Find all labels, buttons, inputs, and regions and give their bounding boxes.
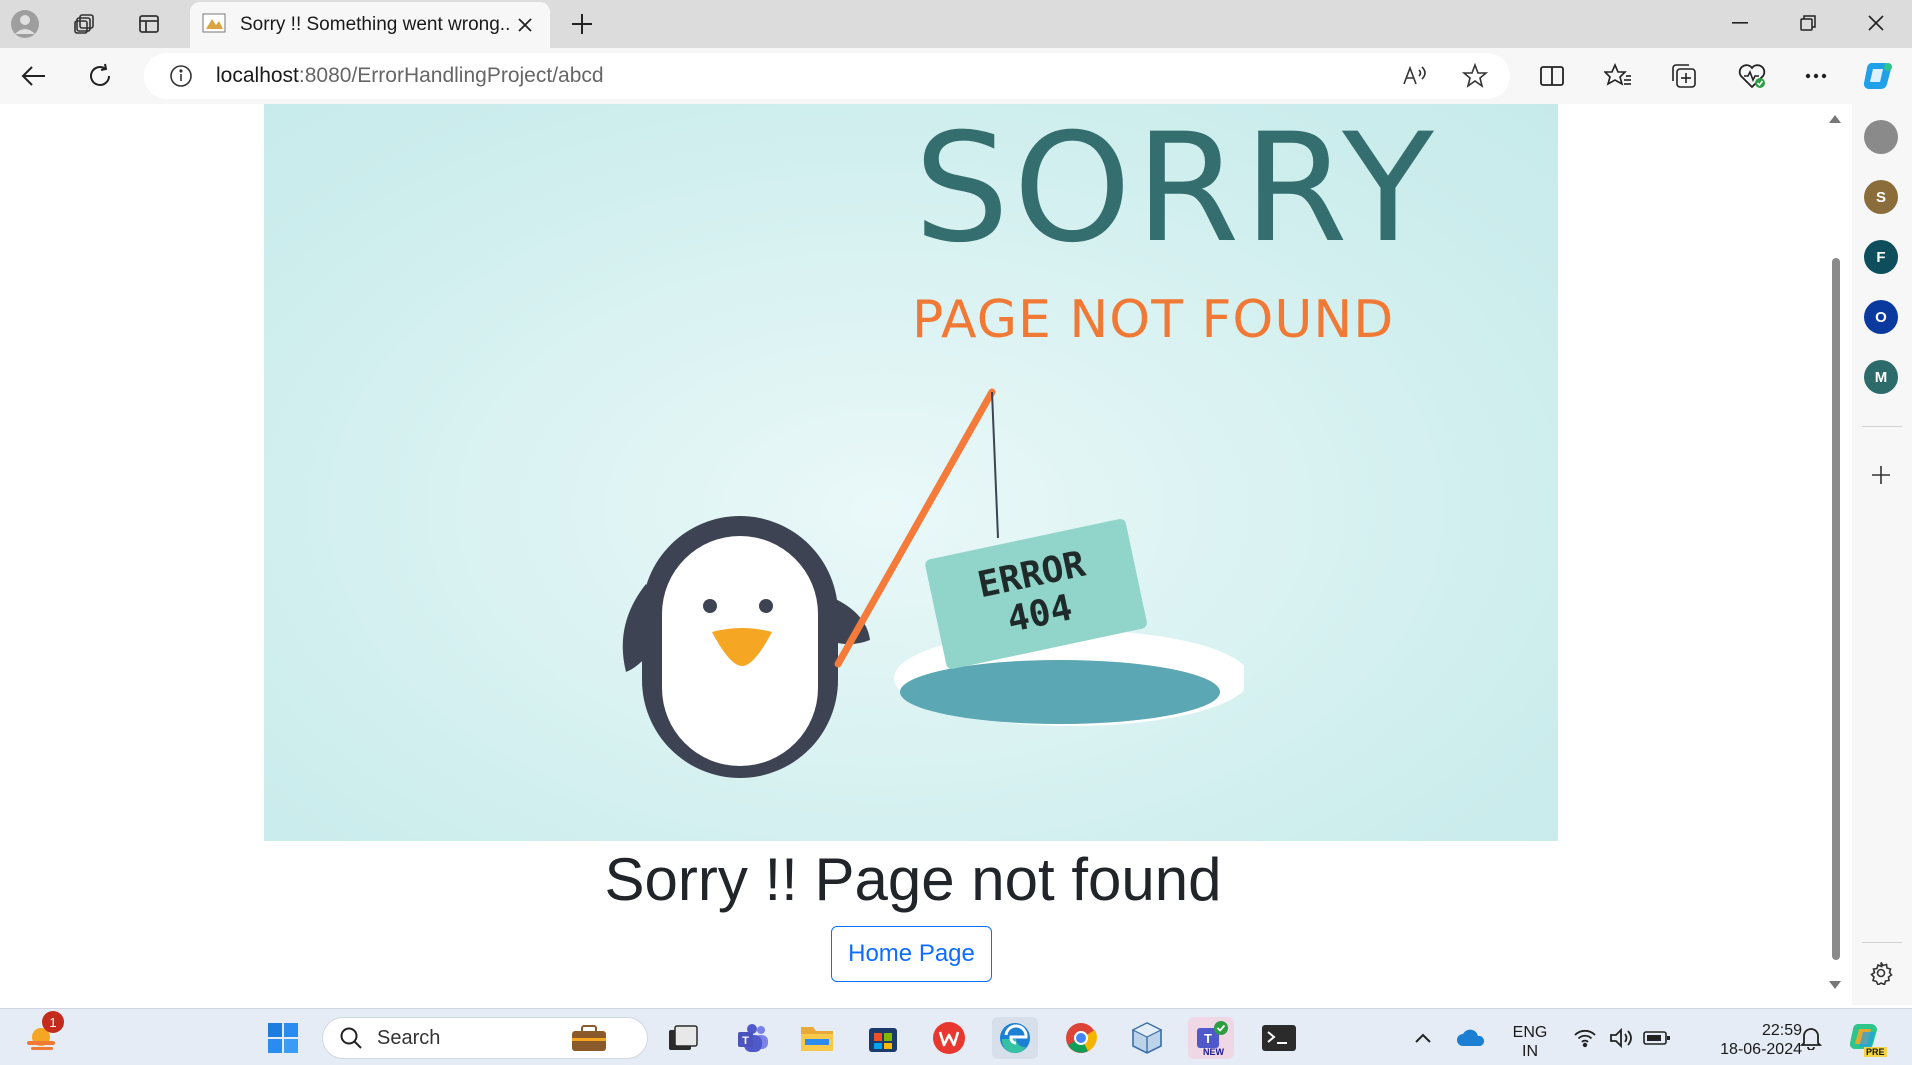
sidebar-app-f-letter: F — [1876, 248, 1886, 266]
clock[interactable]: 22:59 18-06-2024 — [1686, 1021, 1802, 1059]
workspaces-icon[interactable] — [68, 8, 102, 40]
wps-office-icon[interactable] — [926, 1017, 972, 1059]
address-bar[interactable]: localhost:8080/ErrorHandlingProject/abcd — [144, 53, 1510, 99]
language-region: IN — [1522, 1043, 1538, 1061]
sidebar-divider-bottom — [1862, 942, 1902, 943]
copilot-taskbar-icon[interactable]: PRE — [1842, 1017, 1888, 1059]
onedrive-icon[interactable] — [1448, 1017, 1494, 1059]
collections-icon[interactable] — [1664, 58, 1704, 94]
teams-icon[interactable]: T — [730, 1017, 776, 1059]
browser-essentials-icon[interactable] — [1732, 58, 1772, 94]
virtualbox-icon[interactable] — [1124, 1017, 1170, 1059]
notifications-bell-icon[interactable] — [1788, 1017, 1834, 1059]
search-placeholder: Search — [377, 1026, 441, 1049]
tab-bar: Sorry !! Something went wrong... — [0, 0, 1912, 48]
page-title: Sorry !! Page not found — [604, 846, 1222, 913]
profile-icon[interactable] — [8, 8, 42, 40]
file-explorer-icon[interactable] — [794, 1017, 840, 1059]
vertical-tabs-icon[interactable] — [132, 8, 166, 40]
teams-new-badge: NEW — [1203, 1047, 1224, 1057]
tab-title: Sorry !! Something went wrong... — [240, 14, 512, 35]
terminal-icon[interactable] — [1256, 1017, 1302, 1059]
scroll-down-icon[interactable] — [1828, 980, 1842, 990]
sidebar-app-s-letter: S — [1875, 188, 1886, 206]
minimize-button[interactable] — [1706, 0, 1774, 46]
svg-text:T: T — [742, 1035, 749, 1047]
windows-taskbar: 1 Search T T NEW ENG IN 22:59 18-06-2024… — [0, 1008, 1912, 1065]
split-screen-icon[interactable] — [1532, 58, 1572, 94]
teams-new-icon[interactable]: T NEW — [1188, 1017, 1234, 1059]
edge-browser-icon[interactable] — [992, 1017, 1038, 1059]
edge-sidebar: S F O M — [1852, 104, 1912, 1005]
microsoft-store-icon[interactable] — [860, 1017, 906, 1059]
favorites-icon[interactable] — [1598, 58, 1638, 94]
copilot-icon[interactable] — [1858, 58, 1898, 94]
error-illustration: SORRY PAGE NOT FOUND ERROR 404 — [264, 104, 1558, 841]
back-button[interactable] — [14, 58, 54, 94]
sidebar-add-icon[interactable] — [1864, 458, 1898, 492]
svg-text:T: T — [1204, 1031, 1212, 1046]
clock-date: 18-06-2024 — [1720, 1041, 1802, 1059]
sidebar-app-o[interactable]: O — [1864, 300, 1898, 334]
reload-button[interactable] — [80, 58, 120, 94]
search-highlight-icon — [572, 1025, 606, 1051]
home-page-button[interactable]: Home Page — [831, 926, 992, 982]
clock-time: 22:59 — [1761, 1022, 1802, 1039]
close-tab-icon[interactable] — [512, 12, 538, 38]
hero-page-not-found-text: PAGE NOT FOUND — [912, 290, 1395, 350]
chrome-icon[interactable] — [1058, 1017, 1104, 1059]
search-icon — [340, 1027, 362, 1049]
page-viewport: SORRY PAGE NOT FOUND ERROR 404 Sorry !! … — [0, 104, 1826, 1005]
restore-button[interactable] — [1774, 0, 1842, 46]
new-tab-button[interactable] — [564, 8, 600, 40]
sidebar-app-o-letter: O — [1875, 308, 1887, 326]
sidebar-app-m-letter: M — [1874, 368, 1888, 386]
sidebar-app-m[interactable]: M — [1864, 360, 1898, 394]
copilot-pre-badge: PRE — [1864, 1047, 1887, 1057]
close-window-button[interactable] — [1842, 0, 1910, 46]
task-view-icon[interactable] — [660, 1017, 706, 1059]
scroll-up-icon[interactable] — [1828, 114, 1842, 124]
sidebar-app-s[interactable]: S — [1864, 180, 1898, 214]
url-path: :8080/ErrorHandlingProject/abcd — [298, 64, 604, 87]
sidebar-divider — [1862, 426, 1902, 427]
browser-toolbar: localhost:8080/ErrorHandlingProject/abcd — [0, 48, 1912, 104]
language-code: ENG — [1512, 1024, 1548, 1041]
battery-icon[interactable] — [1634, 1017, 1680, 1059]
favorite-star-icon[interactable] — [1458, 60, 1492, 92]
show-hidden-icons-chevron[interactable] — [1400, 1017, 1446, 1059]
notification-count-badge: 1 — [42, 1011, 64, 1033]
scroll-thumb[interactable] — [1832, 258, 1840, 960]
url-text[interactable]: localhost:8080/ErrorHandlingProject/abcd — [216, 64, 604, 88]
read-aloud-icon[interactable] — [1398, 60, 1432, 92]
sidebar-app-f[interactable]: F — [1864, 240, 1898, 274]
weather-widget-icon[interactable]: 1 — [18, 1011, 64, 1059]
language-indicator[interactable]: ENG IN — [1504, 1023, 1556, 1061]
hero-sorry-text: SORRY — [914, 104, 1438, 276]
start-button[interactable] — [260, 1017, 306, 1059]
page-scrollbar[interactable] — [1826, 104, 1844, 1005]
tab-favicon-icon — [202, 11, 226, 40]
penguin-fishing-illustration: ERROR 404 — [622, 388, 1244, 778]
sidebar-profile-icon[interactable] — [1864, 120, 1898, 154]
more-options-icon[interactable] — [1796, 58, 1836, 94]
site-info-icon[interactable] — [164, 60, 198, 92]
url-host: localhost — [216, 64, 299, 87]
active-tab[interactable]: Sorry !! Something went wrong... — [190, 2, 550, 48]
taskbar-search-box[interactable]: Search — [322, 1017, 648, 1059]
sidebar-settings-icon[interactable] — [1864, 956, 1898, 990]
